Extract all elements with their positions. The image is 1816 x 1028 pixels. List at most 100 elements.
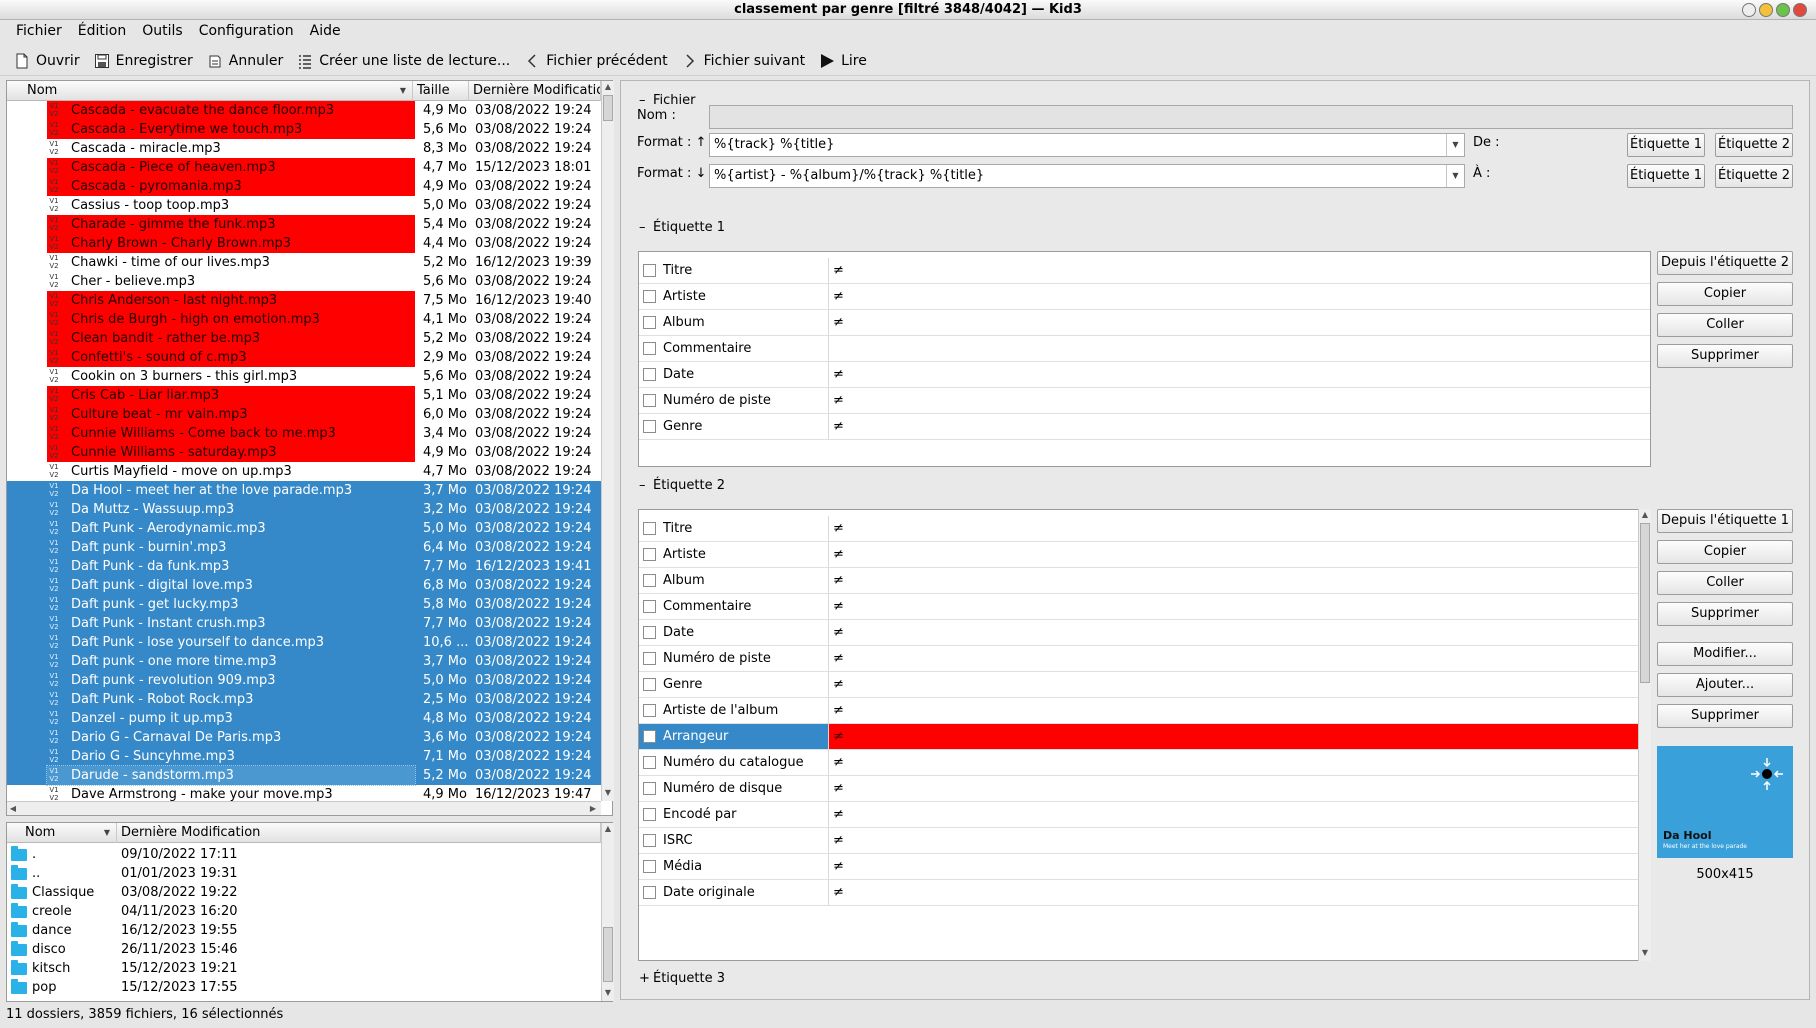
close-button[interactable]: [1793, 3, 1807, 17]
field-checkbox[interactable]: [643, 574, 656, 587]
field-checkbox[interactable]: [643, 782, 656, 795]
tag-field-row[interactable]: Album ≠: [639, 310, 1650, 336]
field-value[interactable]: ≠: [828, 542, 1639, 567]
field-checkbox[interactable]: [643, 290, 656, 303]
file-row[interactable]: Chris Anderson - last night.mp3 V1 V2 7,5 M…: [7, 291, 601, 310]
dir-column-modified[interactable]: Dernière Modification: [117, 823, 601, 843]
tag-field-row[interactable]: Numéro de piste ≠: [639, 388, 1650, 414]
file-row[interactable]: Cascada - evacuate the dance floor.mp3 V1…: [7, 101, 601, 120]
next-file-button[interactable]: Fichier suivant: [680, 53, 818, 69]
file-row[interactable]: Charade - gimme the funk.mp3 V1 V2 5,4 Mo 03…: [7, 215, 601, 234]
field-value[interactable]: ≠: [828, 802, 1639, 827]
field-value[interactable]: ≠: [828, 698, 1639, 723]
tag-field-row[interactable]: Album ≠: [639, 568, 1639, 594]
field-value[interactable]: ≠: [828, 284, 1650, 309]
from-tag1-button[interactable]: Étiquette 1: [1627, 133, 1705, 157]
tag2-paste-button[interactable]: Coller: [1657, 571, 1793, 595]
tag2-copy-button[interactable]: Copier: [1657, 540, 1793, 564]
scroll-up-icon[interactable]: ▲: [1639, 509, 1651, 521]
field-value[interactable]: ≠: [828, 620, 1639, 645]
file-row[interactable]: Daft punk - revolution 909.mp3 V1 V2 5,0 Mo…: [7, 671, 601, 690]
scroll-down-icon[interactable]: ▼: [602, 787, 614, 799]
field-checkbox[interactable]: [643, 522, 656, 535]
undo-button[interactable]: Annuler: [205, 53, 295, 69]
tag-field-row[interactable]: Média ≠: [639, 854, 1639, 880]
field-value[interactable]: ≠: [828, 646, 1639, 671]
field-value[interactable]: ≠: [828, 516, 1639, 541]
field-value[interactable]: ≠: [828, 310, 1650, 335]
tag-field-row[interactable]: Titre ≠: [639, 258, 1650, 284]
directory-row[interactable]: pop 15/12/2023 17:55: [7, 978, 601, 997]
tag-field-row[interactable]: Titre ≠: [639, 516, 1639, 542]
column-name[interactable]: Nom ▼: [7, 81, 413, 101]
menu-window-button[interactable]: [1742, 3, 1756, 17]
file-row[interactable]: Danzel - pump it up.mp3 V1 V2 4,8 Mo 03/08/2…: [7, 709, 601, 728]
tag-field-row[interactable]: Artiste ≠: [639, 542, 1639, 568]
file-row[interactable]: Daft punk - one more time.mp3 V1 V2 3,7 Mo 0…: [7, 652, 601, 671]
to-tag2-button[interactable]: Étiquette 2: [1715, 164, 1793, 188]
directory-row[interactable]: . 09/10/2022 17:11: [7, 845, 601, 864]
from-tag2-button[interactable]: Étiquette 2: [1715, 133, 1793, 157]
tag1-paste-button[interactable]: Coller: [1657, 313, 1793, 337]
format-up-combo[interactable]: %{track} %{title} ▼: [709, 133, 1465, 157]
file-row[interactable]: Cascada - Piece of heaven.mp3 V1 V2 4,7 Mo 1…: [7, 158, 601, 177]
file-row[interactable]: Daft Punk - Instant crush.mp3 V1 V2 7,7 Mo 0…: [7, 614, 601, 633]
section-etiquette3[interactable]: + Étiquette 3: [639, 971, 725, 986]
field-value[interactable]: ≠: [828, 880, 1639, 905]
directory-row[interactable]: dance 16/12/2023 19:55: [7, 921, 601, 940]
tag-field-row[interactable]: Date ≠: [639, 362, 1650, 388]
filename-field[interactable]: [709, 105, 1793, 129]
tag-field-row[interactable]: Commentaire ≠: [639, 594, 1639, 620]
field-checkbox[interactable]: [643, 808, 656, 821]
frame-edit-button[interactable]: Modifier...: [1657, 642, 1793, 666]
field-value[interactable]: [828, 336, 1650, 361]
file-row[interactable]: Confetti's - sound of c.mp3 V1 V2 2,9 Mo 03/…: [7, 348, 601, 367]
file-row[interactable]: Cascada - pyromania.mp3 V1 V2 4,9 Mo 03/08/2…: [7, 177, 601, 196]
tag2-scrollbar[interactable]: ▲ ▼: [1638, 509, 1651, 961]
menu-edition[interactable]: Édition: [70, 20, 134, 42]
file-row[interactable]: Culture beat - mr vain.mp3 V1 V2 6,0 Mo 03/0…: [7, 405, 601, 424]
file-row[interactable]: Dario G - Suncyhme.mp3 V1 V2 7,1 Mo 03/08/20…: [7, 747, 601, 766]
chevron-down-icon[interactable]: ▼: [1446, 134, 1464, 156]
directory-row[interactable]: disco 26/11/2023 15:46: [7, 940, 601, 959]
field-checkbox[interactable]: [643, 860, 656, 873]
frame-delete-button[interactable]: Supprimer: [1657, 704, 1793, 728]
file-row[interactable]: Dario G - Carnaval De Paris.mp3 V1 V2 3,6 M…: [7, 728, 601, 747]
column-modified[interactable]: Dernière Modificatio: [469, 81, 601, 101]
scroll-right-icon[interactable]: ▶: [587, 803, 599, 815]
scroll-down-icon[interactable]: ▼: [1639, 947, 1651, 959]
file-row[interactable]: Cher - believe.mp3 V1 V2 5,6 Mo 03/08/2022 1…: [7, 272, 601, 291]
field-value[interactable]: ≠: [828, 594, 1639, 619]
column-size[interactable]: Taille: [413, 81, 469, 101]
directory-row[interactable]: .. 01/01/2023 19:31: [7, 864, 601, 883]
scroll-thumb[interactable]: [603, 95, 613, 121]
file-row[interactable]: Cascada - miracle.mp3 V1 V2 8,3 Mo 03/08/202…: [7, 139, 601, 158]
open-button[interactable]: Ouvrir: [12, 53, 92, 69]
scroll-up-icon[interactable]: ▲: [602, 823, 614, 835]
field-value[interactable]: ≠: [828, 776, 1639, 801]
file-row[interactable]: Cassius - toop toop.mp3 V1 V2 5,0 Mo 03/08/2…: [7, 196, 601, 215]
field-value[interactable]: ≠: [828, 388, 1650, 413]
tag2-delete-button[interactable]: Supprimer: [1657, 602, 1793, 626]
directory-row[interactable]: kitsch 15/12/2023 19:21: [7, 959, 601, 978]
file-row[interactable]: Daft Punk - Robot Rock.mp3 V1 V2 2,5 Mo 03/0…: [7, 690, 601, 709]
tag1-delete-button[interactable]: Supprimer: [1657, 344, 1793, 368]
tag-field-row[interactable]: Genre ≠: [639, 414, 1650, 440]
field-checkbox[interactable]: [643, 756, 656, 769]
field-value[interactable]: ≠: [828, 854, 1639, 879]
field-checkbox[interactable]: [643, 394, 656, 407]
field-value[interactable]: ≠: [828, 414, 1650, 439]
field-checkbox[interactable]: [643, 834, 656, 847]
format-down-combo[interactable]: %{artist} - %{album}/%{track} %{title} ▼: [709, 164, 1465, 188]
tag-field-row[interactable]: Date ≠: [639, 620, 1639, 646]
field-value[interactable]: ≠: [828, 568, 1639, 593]
field-checkbox[interactable]: [643, 420, 656, 433]
file-row[interactable]: Clean bandit - rather be.mp3 V1 V2 5,2 Mo 03…: [7, 329, 601, 348]
file-list-scrollbar[interactable]: ▲ ▼: [601, 81, 614, 801]
file-row[interactable]: Daft punk - get lucky.mp3 V1 V2 5,8 Mo 03/08…: [7, 595, 601, 614]
file-list-hscrollbar[interactable]: ◀ ▶: [7, 801, 601, 815]
tag-field-row[interactable]: Numéro de disque ≠: [639, 776, 1639, 802]
file-row[interactable]: Chris de Burgh - high on emotion.mp3 V1 V2…: [7, 310, 601, 329]
field-checkbox[interactable]: [643, 704, 656, 717]
tag-field-row[interactable]: Date originale ≠: [639, 880, 1639, 906]
